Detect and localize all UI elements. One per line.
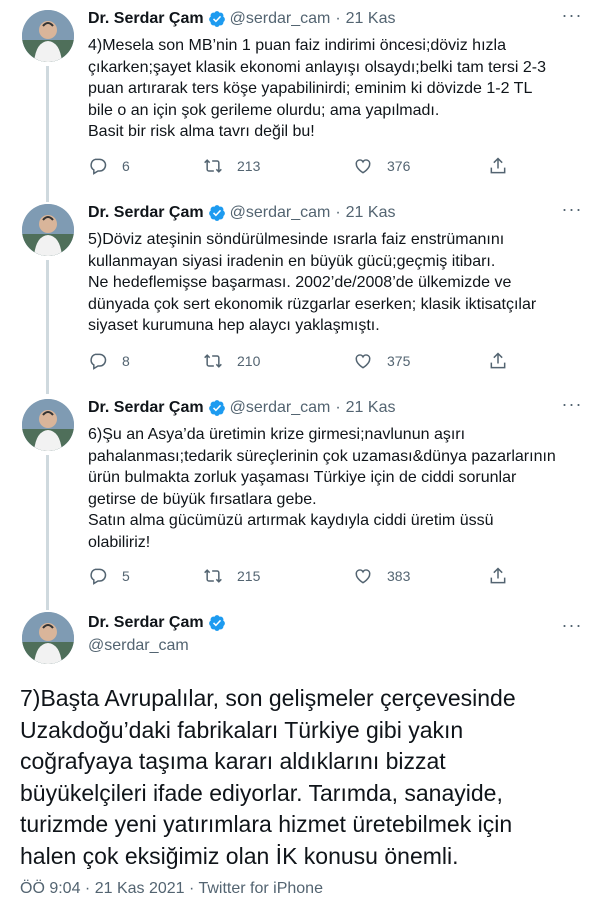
tweet-text: 6)Şu an Asya’da üretimin krize girmesi;n… bbox=[88, 426, 556, 551]
more-options-icon[interactable]: ··· bbox=[560, 200, 584, 224]
tweet-timestamp[interactable]: ÖÖ 9:04 · 21 Kas 2021 · Twitter for iPho… bbox=[20, 880, 323, 898]
avatar[interactable] bbox=[22, 612, 74, 664]
tweet-text: 5)Döviz ateşinin söndürülmesinde ısrarla… bbox=[88, 231, 537, 334]
author-name[interactable]: Dr. Serdar Çam bbox=[88, 399, 204, 417]
avatar[interactable] bbox=[22, 399, 74, 451]
thread-line bbox=[46, 455, 49, 610]
separator-dot: · bbox=[335, 204, 341, 221]
reply-count: 8 bbox=[122, 353, 130, 369]
author-name[interactable]: Dr. Serdar Çam bbox=[88, 614, 204, 632]
verified-badge-icon bbox=[208, 399, 226, 417]
retweet-icon bbox=[204, 159, 222, 173]
tweet-actions: 6 213 376 bbox=[88, 155, 528, 177]
retweet-button[interactable]: 210 bbox=[203, 350, 260, 372]
retweet-count: 213 bbox=[237, 158, 261, 174]
tweet-header: Dr. Serdar Çam @serdar_cam · 21 Kas ··· bbox=[88, 395, 584, 419]
like-icon bbox=[355, 354, 371, 369]
share-icon bbox=[490, 352, 506, 369]
avatar[interactable] bbox=[22, 204, 74, 256]
tweet-3[interactable]: Dr. Serdar Çam @serdar_cam · 21 Kas ··· … bbox=[0, 391, 606, 610]
share-button[interactable] bbox=[488, 350, 522, 372]
like-icon bbox=[355, 569, 371, 584]
reply-button[interactable]: 5 bbox=[88, 565, 130, 587]
like-count: 376 bbox=[387, 158, 411, 174]
author-handle[interactable]: @serdar_cam bbox=[88, 637, 189, 655]
author-name[interactable]: Dr. Serdar Çam bbox=[88, 204, 204, 222]
tweet-date[interactable]: 21 Kas bbox=[346, 399, 396, 417]
verified-badge-icon bbox=[208, 614, 226, 632]
like-icon bbox=[355, 159, 371, 174]
author-name[interactable]: Dr. Serdar Çam bbox=[88, 10, 204, 28]
thread-line bbox=[46, 66, 49, 202]
retweet-count: 210 bbox=[237, 353, 261, 369]
reply-button[interactable]: 8 bbox=[88, 350, 130, 372]
more-options-icon[interactable]: ··· bbox=[560, 616, 584, 640]
verified-badge-icon bbox=[208, 204, 226, 222]
share-button[interactable] bbox=[488, 155, 522, 177]
author-handle[interactable]: @serdar_cam bbox=[230, 204, 331, 222]
main-author: Dr. Serdar Çam bbox=[88, 614, 230, 632]
tweet-actions: 8 210 375 bbox=[88, 350, 528, 372]
share-icon bbox=[490, 157, 506, 174]
like-count: 383 bbox=[387, 568, 411, 584]
author-handle[interactable]: @serdar_cam bbox=[230, 399, 331, 417]
tweet-date[interactable]: 21 Kas bbox=[346, 10, 396, 28]
reply-icon bbox=[90, 353, 107, 370]
tweet-date[interactable]: 21 Kas bbox=[346, 204, 396, 222]
tweet-text: 4)Mesela son MB’nin 1 puan faiz indirimi… bbox=[88, 37, 546, 140]
like-button[interactable]: 383 bbox=[353, 565, 410, 587]
reply-count: 6 bbox=[122, 158, 130, 174]
tweet-header: Dr. Serdar Çam @serdar_cam · 21 Kas ··· bbox=[88, 200, 584, 224]
retweet-button[interactable]: 213 bbox=[203, 155, 260, 177]
retweet-count: 215 bbox=[237, 568, 261, 584]
like-button[interactable]: 376 bbox=[353, 155, 410, 177]
like-button[interactable]: 375 bbox=[353, 350, 410, 372]
retweet-icon bbox=[204, 354, 222, 368]
reply-button[interactable]: 6 bbox=[88, 155, 130, 177]
tweet-header: Dr. Serdar Çam @serdar_cam · 21 Kas ··· bbox=[88, 6, 584, 30]
more-options-icon[interactable]: ··· bbox=[560, 6, 584, 30]
retweet-icon bbox=[204, 569, 222, 583]
share-button[interactable] bbox=[488, 565, 522, 587]
thread-line bbox=[46, 260, 49, 394]
separator-dot: · bbox=[335, 10, 341, 27]
tweet-2[interactable]: Dr. Serdar Çam @serdar_cam · 21 Kas ··· … bbox=[0, 196, 606, 394]
main-tweet-text: 7)Başta Avrupalılar, son gelişmeler çerç… bbox=[20, 685, 516, 869]
verified-badge-icon bbox=[208, 10, 226, 28]
reply-icon bbox=[90, 568, 107, 585]
retweet-button[interactable]: 215 bbox=[203, 565, 260, 587]
share-icon bbox=[490, 567, 506, 584]
separator-dot: · bbox=[335, 399, 341, 416]
more-options-icon[interactable]: ··· bbox=[560, 395, 584, 419]
author-handle[interactable]: @serdar_cam bbox=[230, 10, 331, 28]
reply-count: 5 bbox=[122, 568, 130, 584]
tweet-actions: 5 215 383 bbox=[88, 565, 528, 587]
reply-icon bbox=[90, 158, 107, 175]
tweet-1[interactable]: Dr. Serdar Çam @serdar_cam · 21 Kas ··· … bbox=[0, 0, 606, 202]
avatar[interactable] bbox=[22, 10, 74, 62]
like-count: 375 bbox=[387, 353, 411, 369]
